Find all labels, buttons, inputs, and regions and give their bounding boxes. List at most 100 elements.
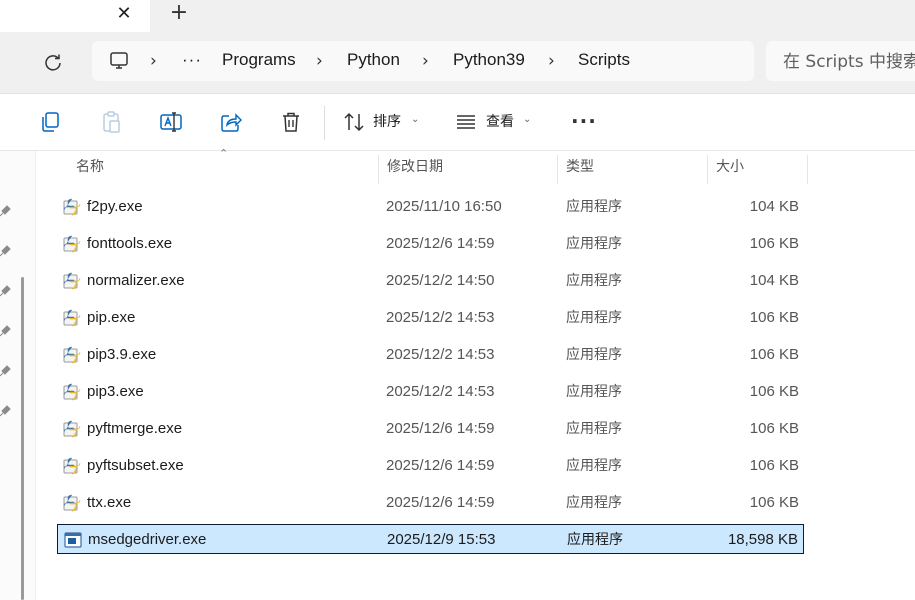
share-icon[interactable] [219,110,243,134]
file-row[interactable]: pyftmerge.exe 2025/12/6 14:59 应用程序 106 K… [57,414,804,444]
chevron-right-icon[interactable]: › [422,50,429,72]
copy-icon[interactable] [39,110,63,134]
file-row[interactable]: pip3.exe 2025/12/2 14:53 应用程序 106 KB [57,377,804,407]
file-type: 应用程序 [566,347,622,363]
python-exe-icon [63,309,81,327]
navigation-pane [0,151,36,600]
column-header-type[interactable]: 类型 [558,151,708,184]
file-date: 2025/12/6 14:59 [386,457,495,474]
chevron-down-icon[interactable]: ⌄ [411,114,419,125]
breadcrumb-overflow[interactable]: ··· [182,49,202,71]
file-name: pip3.exe [87,383,144,400]
new-tab-icon[interactable]: + [165,0,193,26]
pin-icon[interactable] [0,243,12,257]
file-type: 应用程序 [566,495,622,511]
file-row[interactable]: pyftsubset.exe 2025/12/6 14:59 应用程序 106 … [57,451,804,481]
file-size: 106 KB [749,457,799,474]
column-header-date[interactable]: 修改日期 [379,151,557,184]
column-header-name[interactable]: 名称 [68,151,378,184]
file-size: 106 KB [749,383,799,400]
file-size: 104 KB [749,198,799,215]
file-name: normalizer.exe [87,272,185,289]
sort-icon[interactable] [342,110,366,134]
file-name: ttx.exe [87,494,132,511]
pin-icon[interactable] [0,363,12,377]
pin-icon[interactable] [0,203,12,217]
search-placeholder: 在 Scripts 中搜索 [783,52,915,72]
tab-strip: ✕ + [0,0,915,32]
column-header-size[interactable]: 大小 [708,151,808,184]
rename-icon[interactable] [159,110,183,134]
file-row-selected[interactable]: msedgedriver.exe 2025/12/9 15:53 应用程序 18… [57,524,804,554]
file-row[interactable]: f2py.exe 2025/11/10 16:50 应用程序 104 KB [57,192,804,222]
file-date: 2025/12/6 14:59 [386,235,495,252]
file-size: 106 KB [749,235,799,252]
file-name: pyftsubset.exe [87,457,184,474]
pin-icon[interactable] [0,283,12,297]
sort-button[interactable]: 排序 [373,113,401,131]
navigation-scrollbar[interactable] [21,277,24,600]
address-bar[interactable]: › ··· Programs › Python › Python39 › Scr… [92,41,754,81]
file-name: f2py.exe [87,198,143,215]
close-tab-icon[interactable]: ✕ [110,2,138,26]
python-exe-icon [63,198,81,216]
file-name: pip3.9.exe [87,346,157,363]
file-type: 应用程序 [566,310,622,326]
python-exe-icon [63,383,81,401]
file-size: 18,598 KB [727,531,798,548]
file-row[interactable]: pip.exe 2025/12/2 14:53 应用程序 106 KB [57,303,804,333]
breadcrumb-item-python[interactable]: Python [347,49,400,71]
file-type: 应用程序 [566,421,622,437]
file-date: 2025/12/9 15:53 [387,531,496,548]
file-date: 2025/12/2 14:53 [386,309,495,326]
breadcrumb-item-scripts[interactable]: Scripts [578,49,630,71]
delete-icon[interactable] [279,110,303,134]
file-row[interactable]: ttx.exe 2025/12/6 14:59 应用程序 106 KB [57,488,804,518]
app-exe-icon [64,532,82,548]
file-size: 106 KB [749,346,799,363]
file-name: msedgedriver.exe [88,531,207,548]
view-icon[interactable] [454,110,478,134]
file-size: 106 KB [749,420,799,437]
breadcrumb-item-programs[interactable]: Programs [222,49,296,71]
file-row[interactable]: pip3.9.exe 2025/12/2 14:53 应用程序 106 KB [57,340,804,370]
chevron-right-icon[interactable]: › [316,50,323,72]
python-exe-icon [63,235,81,253]
file-name: pip.exe [87,309,136,326]
address-row: › ··· Programs › Python › Python39 › Scr… [0,32,915,93]
chevron-down-icon[interactable]: ⌄ [523,114,531,125]
toolbar-divider [324,106,325,140]
python-exe-icon [63,420,81,438]
pin-icon[interactable] [0,323,12,337]
file-row[interactable]: normalizer.exe 2025/12/2 14:50 应用程序 104 … [57,266,804,296]
column-header-row: ⌃ 名称 修改日期 类型 大小 [36,147,915,184]
file-type: 应用程序 [566,384,622,400]
command-bar: 排序 ⌄ 查看 ⌄ ··· [0,93,915,151]
file-date: 2025/12/2 14:53 [386,346,495,363]
more-options-button[interactable]: ··· [571,111,597,131]
python-exe-icon [63,494,81,512]
python-exe-icon [63,272,81,290]
chevron-right-icon[interactable]: › [548,50,555,72]
file-date: 2025/12/2 14:50 [386,272,495,289]
view-button[interactable]: 查看 [486,113,514,131]
refresh-icon[interactable] [40,49,66,75]
active-tab[interactable]: ✕ [0,0,150,32]
breadcrumb-item-python39[interactable]: Python39 [453,49,525,71]
file-row[interactable]: fonttools.exe 2025/12/6 14:59 应用程序 106 K… [57,229,804,259]
file-name: pyftmerge.exe [87,420,183,437]
pin-icon[interactable] [0,403,12,417]
file-name: fonttools.exe [87,235,173,252]
column-divider[interactable] [807,155,808,184]
chevron-right-icon[interactable]: › [150,50,157,72]
file-type: 应用程序 [566,458,622,474]
file-size: 106 KB [749,309,799,326]
file-date: 2025/11/10 16:50 [386,198,502,215]
file-date: 2025/12/6 14:59 [386,494,495,511]
file-size: 104 KB [749,272,799,289]
paste-icon[interactable] [99,110,123,134]
computer-icon [110,52,128,69]
file-type: 应用程序 [566,236,622,252]
search-input[interactable]: 在 Scripts 中搜索 [766,41,915,81]
python-exe-icon [63,457,81,475]
